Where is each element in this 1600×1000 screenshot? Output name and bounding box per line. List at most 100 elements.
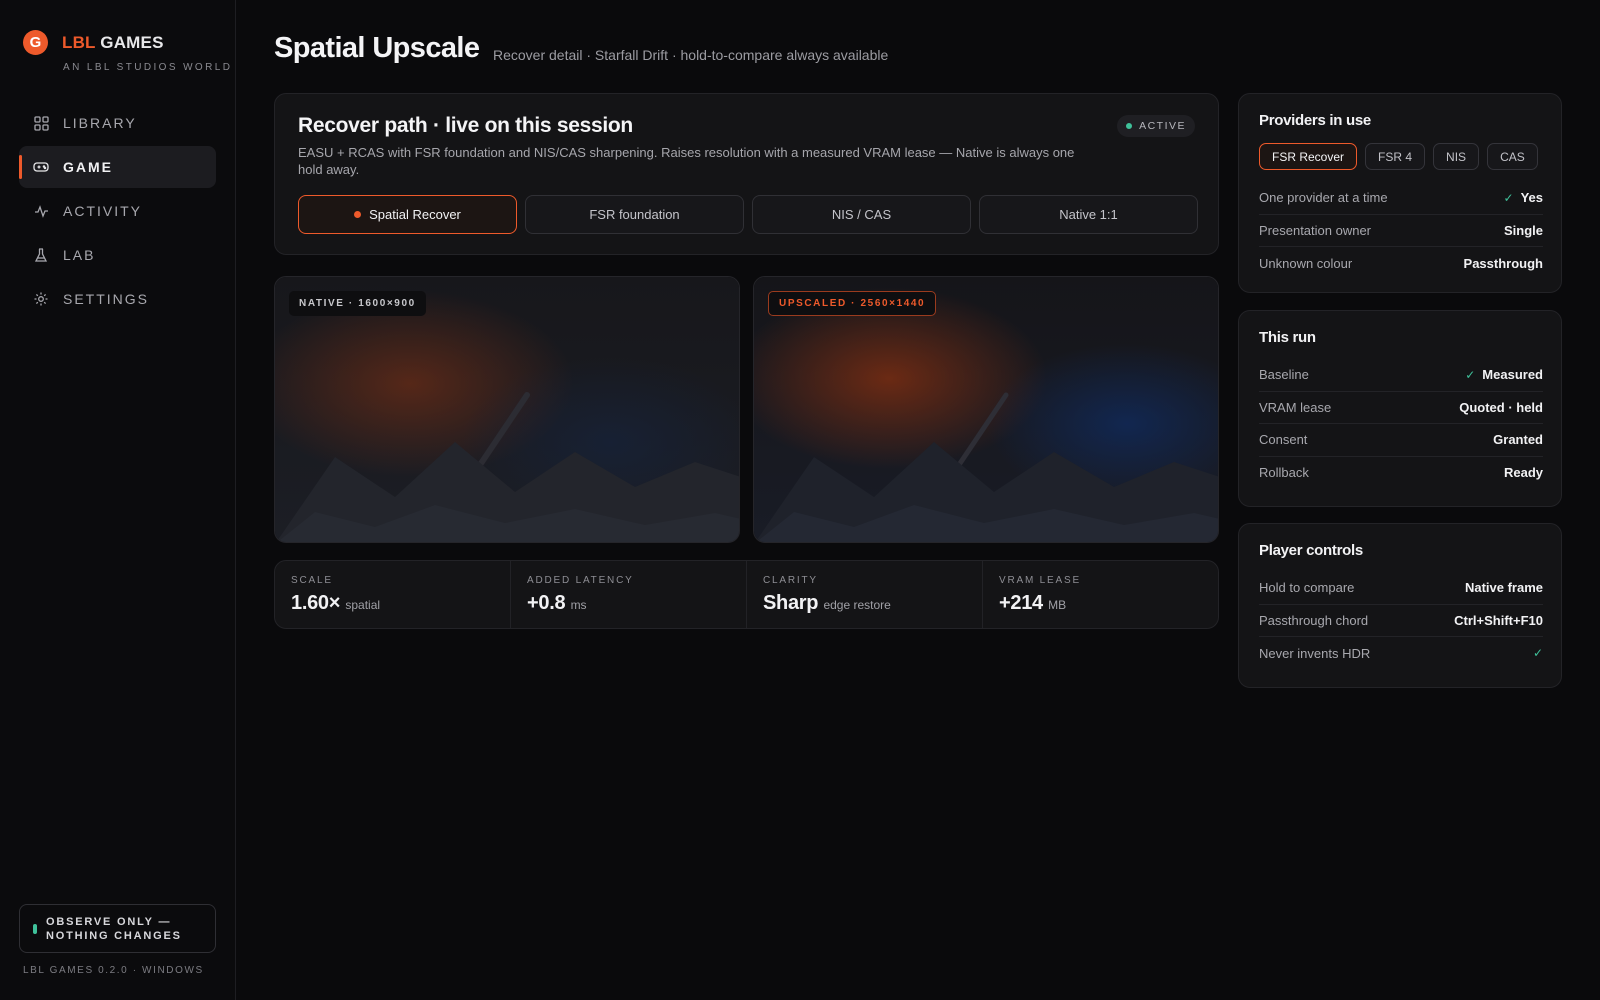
recover-description: EASU + RCAS with FSR foundation and NIS/…: [298, 145, 1075, 177]
native-scene-image: [275, 277, 739, 542]
row-label: Passthrough chord: [1259, 612, 1369, 628]
selected-dot-icon: [354, 211, 362, 218]
native-frame-preview[interactable]: NATIVE · 1600×900: [274, 276, 740, 543]
grid-icon: [33, 115, 49, 131]
page-title: Spatial Upscale: [274, 32, 480, 64]
status-badge: ACTIVE: [1117, 115, 1195, 137]
status-dot-icon: [1126, 123, 1133, 129]
stat-number: 1.60×: [291, 592, 341, 614]
recover-path-card: Recover path · live on this session EASU…: [274, 93, 1219, 255]
row-label: Hold to compare: [1259, 580, 1355, 596]
stat-unit: MB: [1048, 598, 1067, 612]
mode-nis-cas-button[interactable]: NIS / CAS: [752, 195, 971, 234]
row-label: Rollback: [1259, 465, 1309, 481]
info-row: VRAM lease Quoted · held: [1259, 392, 1543, 424]
gamepad-icon: [33, 159, 49, 175]
this-run-panel: This run Baseline ✓ Measured VRAM lease Q…: [1238, 310, 1562, 507]
version-text: LBL GAMES 0.2.0 · WINDOWS: [23, 965, 204, 976]
providers-rows: One provider at a time ✓ Yes Presentation…: [1259, 182, 1543, 280]
sidebar-item-label: LIBRARY: [63, 115, 137, 131]
row-value: ✓ Measured: [1465, 367, 1543, 382]
info-row: Baseline ✓ Measured: [1259, 359, 1543, 392]
mode-fsr-foundation-button[interactable]: FSR foundation: [525, 195, 744, 234]
run-rows: Baseline ✓ Measured VRAM lease Quoted · h…: [1259, 359, 1543, 489]
row-value-text: Passthrough: [1463, 255, 1543, 271]
row-value: Ready: [1504, 465, 1543, 480]
row-value-text: Granted: [1493, 432, 1543, 448]
stat-value: Sharp edge restore: [763, 592, 966, 615]
stat-vram-lease: VRAM LEASE +214 MB: [983, 561, 1218, 628]
pulse-icon: [33, 203, 49, 219]
provider-chips: FSR Recover FSR 4 NIS CAS: [1259, 143, 1538, 170]
info-row: Presentation owner Single: [1259, 215, 1543, 247]
upscaled-frame-preview[interactable]: UPSCALED · 2560×1440: [753, 276, 1219, 543]
row-value-text: Native frame: [1464, 580, 1543, 596]
observe-only-text: OBSERVE ONLY — NOTHING CHANGES: [46, 915, 182, 942]
stat-unit: ms: [570, 598, 587, 612]
check-icon: ✓: [1532, 646, 1543, 661]
row-value: ✓ Yes: [1504, 190, 1543, 205]
sidebar-item-library[interactable]: LIBRARY: [19, 102, 216, 144]
mode-spatial-recover-button[interactable]: Spatial Recover: [298, 195, 517, 234]
row-value: ✓: [1533, 646, 1543, 660]
stat-number: Sharp: [763, 592, 819, 614]
brand-tagline: AN LBL STUDIOS WORLD: [63, 62, 233, 73]
sidebar-item-label: SETTINGS: [63, 291, 150, 307]
sidebar: G LBL GAMES AN LBL STUDIOS WORLD LIBRARY…: [0, 0, 236, 1000]
sidebar-item-lab[interactable]: LAB: [19, 234, 216, 276]
info-row: Unknown colour Passthrough: [1259, 247, 1543, 280]
player-controls-panel: Player controls Hold to compare Native f…: [1238, 523, 1562, 688]
row-value-text: Yes: [1520, 190, 1543, 206]
provider-chip-nis[interactable]: NIS: [1433, 143, 1480, 170]
stat-label: CLARITY: [763, 575, 818, 586]
flask-icon: [33, 247, 49, 263]
row-value: Ctrl+Shift+F10: [1454, 613, 1543, 628]
info-row: Passthrough chord Ctrl+Shift+F10: [1259, 605, 1543, 637]
provider-chip-fsr4[interactable]: FSR 4: [1365, 143, 1426, 170]
stat-label: SCALE: [291, 575, 333, 586]
status-dot-icon: [33, 923, 37, 934]
row-value: Quoted · held: [1459, 400, 1543, 415]
panel-title: Player controls: [1259, 542, 1363, 559]
status-badge-label: ACTIVE: [1139, 120, 1186, 132]
stat-scale: SCALE 1.60× spatial: [275, 561, 511, 628]
row-label: Unknown colour: [1259, 255, 1353, 271]
mode-native-button[interactable]: Native 1:1: [979, 195, 1198, 234]
row-label: Never invents HDR: [1259, 645, 1371, 661]
info-row: Never invents HDR ✓: [1259, 637, 1543, 670]
provider-chip-cas[interactable]: CAS: [1487, 143, 1538, 170]
upscaled-resolution-tag: UPSCALED · 2560×1440: [768, 291, 937, 316]
mode-label: Native 1:1: [1059, 207, 1118, 222]
stat-unit: spatial: [345, 598, 381, 612]
stat-value: 1.60× spatial: [291, 592, 494, 615]
native-resolution-tag: NATIVE · 1600×900: [289, 291, 426, 316]
row-value: Native frame: [1465, 580, 1543, 595]
mode-label: NIS / CAS: [831, 207, 892, 222]
provider-chip-fsr-recover[interactable]: FSR Recover: [1259, 143, 1358, 170]
check-icon: ✓: [1465, 367, 1476, 382]
row-label: VRAM lease: [1259, 399, 1332, 415]
row-value-text: Single: [1503, 222, 1543, 238]
sidebar-nav: LIBRARY GAME ACTIVITY LAB SETTINGS: [19, 102, 216, 322]
brand-name-rest: GAMES: [95, 32, 164, 52]
recover-title: Recover path · live on this session: [298, 114, 633, 137]
row-label: Presentation owner: [1259, 222, 1372, 238]
row-value-text: Ready: [1503, 465, 1543, 481]
info-row: Consent Granted: [1259, 424, 1543, 457]
sidebar-item-game[interactable]: GAME: [19, 146, 216, 188]
brand[interactable]: G LBL GAMES: [23, 30, 164, 55]
sidebar-item-settings[interactable]: SETTINGS: [19, 278, 216, 320]
row-value: Single: [1504, 223, 1543, 238]
controls-rows: Hold to compare Native frame Passthrough…: [1259, 572, 1543, 670]
mode-label: Spatial Recover: [369, 207, 461, 222]
row-value: Passthrough: [1464, 256, 1543, 271]
sidebar-item-activity[interactable]: ACTIVITY: [19, 190, 216, 232]
row-value-text: Quoted · held: [1459, 399, 1543, 415]
row-value-text: Ctrl+Shift+F10: [1454, 612, 1543, 628]
info-row: One provider at a time ✓ Yes: [1259, 182, 1543, 215]
observe-only-badge: OBSERVE ONLY — NOTHING CHANGES: [19, 904, 216, 953]
stat-number: +214: [999, 592, 1043, 614]
row-label: Consent: [1259, 432, 1308, 448]
row-label: One provider at a time: [1259, 190, 1388, 206]
stat-unit: edge restore: [823, 598, 891, 612]
